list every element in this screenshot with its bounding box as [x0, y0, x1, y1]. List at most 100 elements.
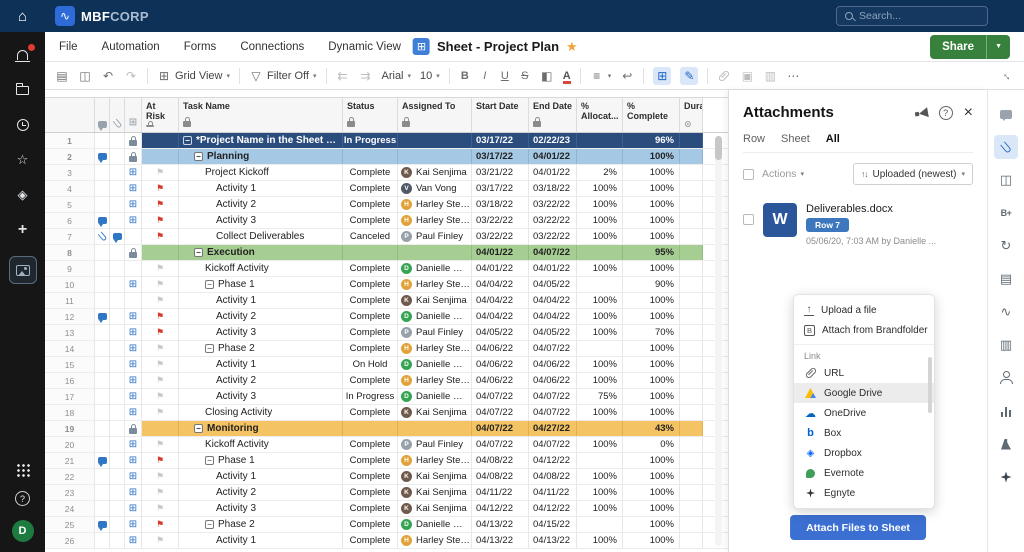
- cell-percent-complete[interactable]: 100%: [623, 165, 680, 180]
- conversations-icon[interactable]: [994, 102, 1018, 126]
- cell-task-name[interactable]: Activity 1: [179, 181, 343, 196]
- cell-end-date[interactable]: 04/07/22: [529, 389, 577, 404]
- cell-at-risk[interactable]: ⚑: [142, 389, 179, 404]
- cell-duration[interactable]: [680, 197, 703, 212]
- cell-start-date[interactable]: 03/22/22: [472, 213, 529, 228]
- row-indicator-cell[interactable]: [110, 517, 125, 532]
- row-indicator-cell[interactable]: [95, 277, 110, 292]
- cell-assigned-to[interactable]: DDanielle Wilson: [398, 357, 472, 372]
- cell-at-risk[interactable]: ⚑: [142, 533, 179, 548]
- at-risk-flag-icon[interactable]: ⚑: [156, 280, 164, 289]
- row-number[interactable]: 19: [45, 421, 95, 436]
- cell-status[interactable]: [343, 421, 398, 436]
- attachment-checkbox[interactable]: [743, 214, 754, 225]
- row-indicator-cell[interactable]: ⊞: [125, 501, 142, 516]
- row-indicator-cell[interactable]: [95, 309, 110, 324]
- menu-item-dropbox[interactable]: ◈Dropbox: [794, 443, 934, 463]
- cell-assigned-to[interactable]: HHarley Sterling: [398, 197, 472, 212]
- proofs-icon[interactable]: ◫: [994, 168, 1018, 192]
- cell-percent-complete[interactable]: 100%: [623, 389, 680, 404]
- cell-at-risk[interactable]: ⚑: [142, 293, 179, 308]
- cell-status[interactable]: Complete: [343, 213, 398, 228]
- cell-assigned-to[interactable]: HHarley Sterling: [398, 341, 472, 356]
- clock-icon[interactable]: [14, 116, 32, 134]
- cell-percent-allocated[interactable]: [577, 149, 623, 164]
- row-indicator-cell[interactable]: [110, 357, 125, 372]
- row-indicator-cell[interactable]: [95, 421, 110, 436]
- menu-item-url[interactable]: URL: [794, 363, 934, 383]
- row-indicator-cell[interactable]: ⊞: [125, 389, 142, 404]
- row-indicator-cell[interactable]: ⊞: [125, 309, 142, 324]
- cell-task-name[interactable]: Activity 3: [179, 389, 343, 404]
- cell-task-name[interactable]: −Phase 1: [179, 453, 343, 468]
- menu-item-dynamic-view[interactable]: Dynamic View: [328, 41, 401, 53]
- cell-end-date[interactable]: 04/12/22: [529, 453, 577, 468]
- column-header-status[interactable]: Status: [343, 98, 398, 132]
- cell-start-date[interactable]: 03/17/22: [472, 133, 529, 148]
- row-number[interactable]: 12: [45, 309, 95, 324]
- cell-end-date[interactable]: 03/18/22: [529, 181, 577, 196]
- row-number[interactable]: 5: [45, 197, 95, 212]
- row-indicator-cell[interactable]: [95, 373, 110, 388]
- cell-at-risk[interactable]: ⚑: [142, 341, 179, 356]
- row-indicator-cell[interactable]: [110, 197, 125, 212]
- row-indicator-cell[interactable]: [95, 245, 110, 260]
- cell-status[interactable]: Complete: [343, 437, 398, 452]
- cell-percent-complete[interactable]: 100%: [623, 517, 680, 532]
- row-indicator-cell[interactable]: [95, 389, 110, 404]
- at-risk-flag-icon[interactable]: ⚑: [156, 376, 164, 385]
- rowlink-icon[interactable]: ⊞: [129, 280, 137, 290]
- row-indicator-cell[interactable]: [110, 133, 125, 148]
- cell-percent-allocated[interactable]: [577, 421, 623, 436]
- cell-assigned-to[interactable]: KKai Senjima: [398, 293, 472, 308]
- cell-status[interactable]: Complete: [343, 325, 398, 340]
- cell-task-name[interactable]: Activity 2: [179, 197, 343, 212]
- cell-start-date[interactable]: 03/17/22: [472, 149, 529, 164]
- cell-task-name[interactable]: Activity 3: [179, 325, 343, 340]
- cell-end-date[interactable]: 03/22/22: [529, 229, 577, 244]
- align-selector[interactable]: ≡▾: [590, 69, 612, 83]
- copy-icon[interactable]: ▥: [763, 69, 777, 83]
- cell-status[interactable]: Complete: [343, 181, 398, 196]
- cell-percent-allocated[interactable]: [577, 245, 623, 260]
- cell-percent-allocated[interactable]: 100%: [577, 213, 623, 228]
- cell-status[interactable]: Complete: [343, 469, 398, 484]
- rowlink-icon[interactable]: ⊞: [129, 168, 137, 178]
- at-risk-flag-icon[interactable]: ⚑: [156, 216, 164, 225]
- font-size-selector[interactable]: 10▾: [420, 70, 440, 82]
- rowlink-icon[interactable]: ⊞: [129, 312, 137, 322]
- row-indicator-cell[interactable]: [125, 261, 142, 276]
- cell-status[interactable]: On Hold: [343, 357, 398, 372]
- cell-start-date[interactable]: 04/07/22: [472, 405, 529, 420]
- cell-percent-allocated[interactable]: [577, 341, 623, 356]
- cell-percent-complete[interactable]: 100%: [623, 229, 680, 244]
- row-badge[interactable]: Row 7: [806, 218, 849, 232]
- cell-at-risk[interactable]: ⚑: [142, 181, 179, 196]
- row-indicator-cell[interactable]: [95, 293, 110, 308]
- rowlink-icon[interactable]: ⊞: [129, 376, 137, 386]
- cell-end-date[interactable]: 04/05/22: [529, 277, 577, 292]
- sparkles-icon[interactable]: [994, 465, 1018, 489]
- cell-assigned-to[interactable]: [398, 421, 472, 436]
- cell-duration[interactable]: [680, 213, 703, 228]
- cell-assigned-to[interactable]: KKai Senjima: [398, 405, 472, 420]
- row-indicator-cell[interactable]: [110, 229, 125, 244]
- cell-percent-allocated[interactable]: [577, 277, 623, 292]
- cell-end-date[interactable]: 04/07/22: [529, 245, 577, 260]
- cell-percent-allocated[interactable]: 100%: [577, 405, 623, 420]
- cell-end-date[interactable]: 04/01/22: [529, 149, 577, 164]
- cell-end-date[interactable]: 03/22/22: [529, 197, 577, 212]
- cell-status[interactable]: Complete: [343, 197, 398, 212]
- cell-percent-allocated[interactable]: [577, 517, 623, 532]
- cell-percent-allocated[interactable]: [577, 133, 623, 148]
- column-header-percent-complete[interactable]: % Complete: [623, 98, 680, 132]
- cell-percent-allocated[interactable]: 100%: [577, 229, 623, 244]
- cell-assigned-to[interactable]: KKai Senjima: [398, 469, 472, 484]
- at-risk-flag-icon[interactable]: ⚑: [156, 504, 164, 513]
- row-number[interactable]: 26: [45, 533, 95, 548]
- cell-status[interactable]: In Progress: [343, 133, 398, 148]
- cell-duration[interactable]: [680, 149, 703, 164]
- undo-icon[interactable]: ↶: [101, 69, 115, 83]
- attachments-icon[interactable]: [994, 135, 1018, 159]
- cell-start-date[interactable]: 04/11/22: [472, 485, 529, 500]
